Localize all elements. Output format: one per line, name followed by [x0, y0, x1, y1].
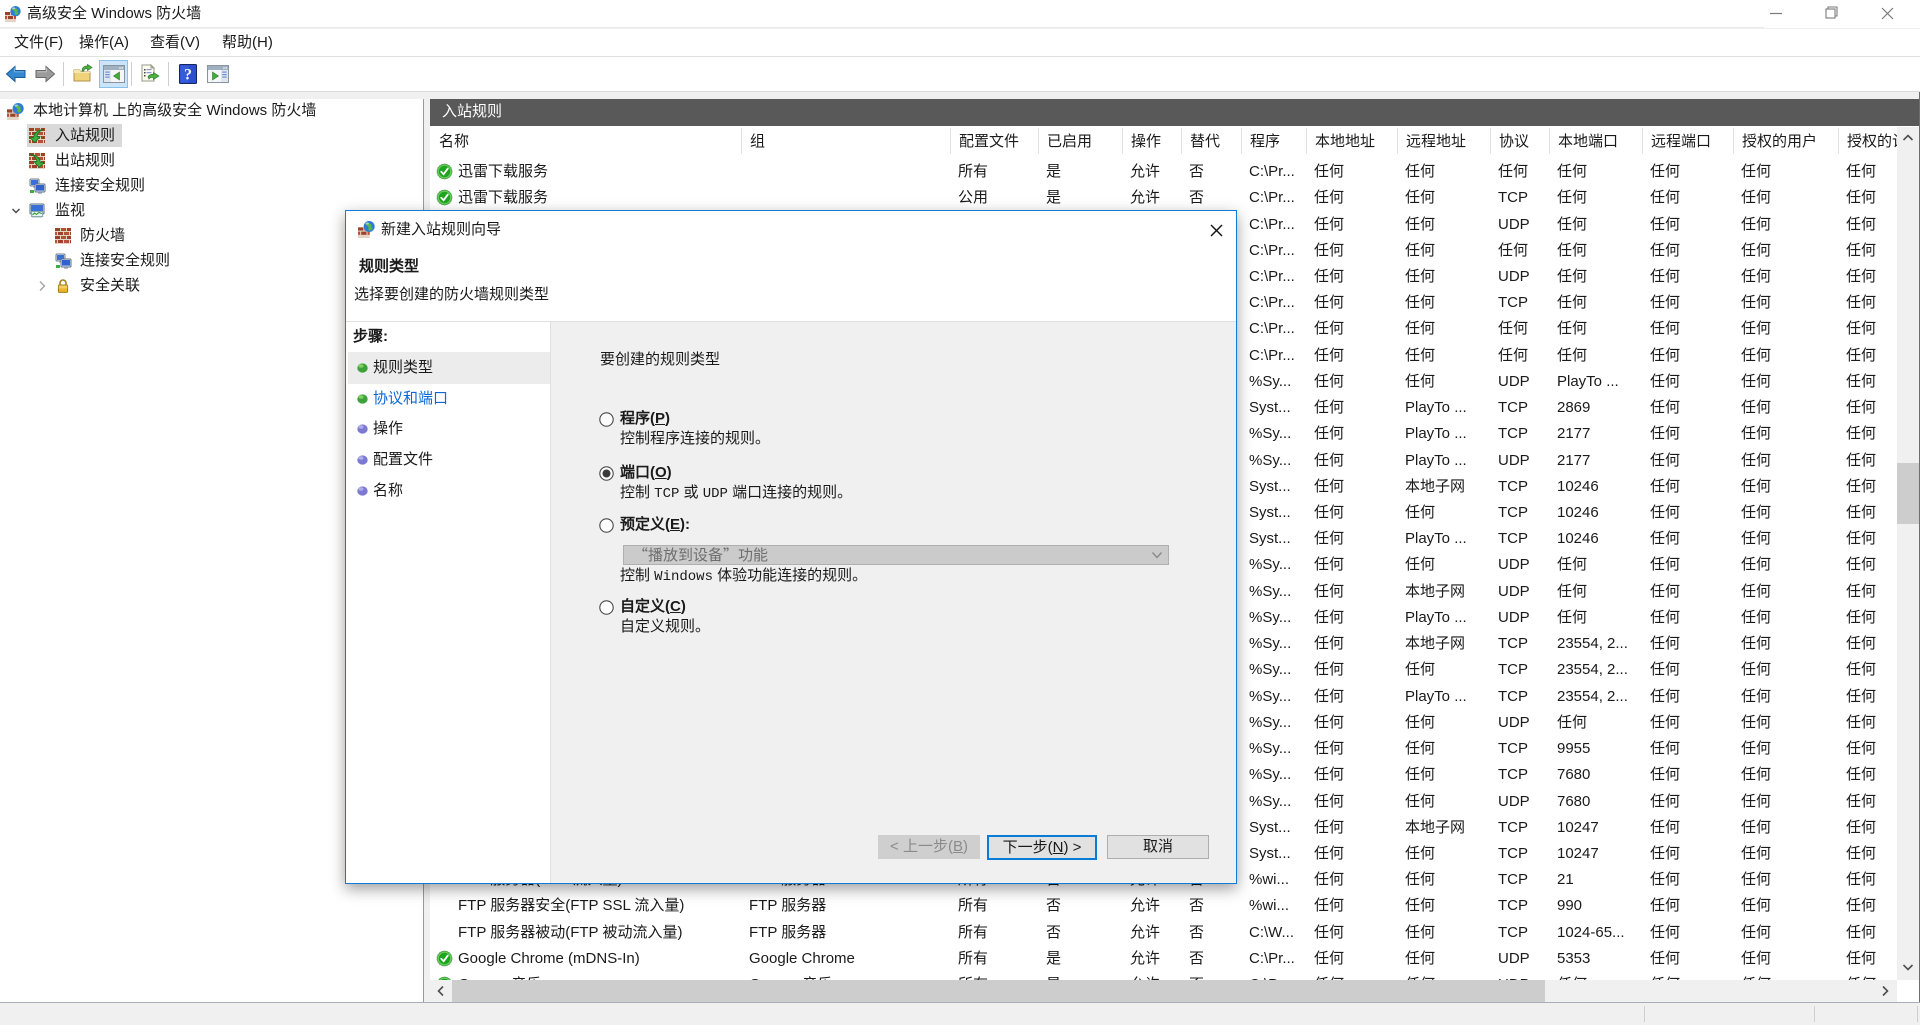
- svg-text:?: ?: [184, 67, 192, 84]
